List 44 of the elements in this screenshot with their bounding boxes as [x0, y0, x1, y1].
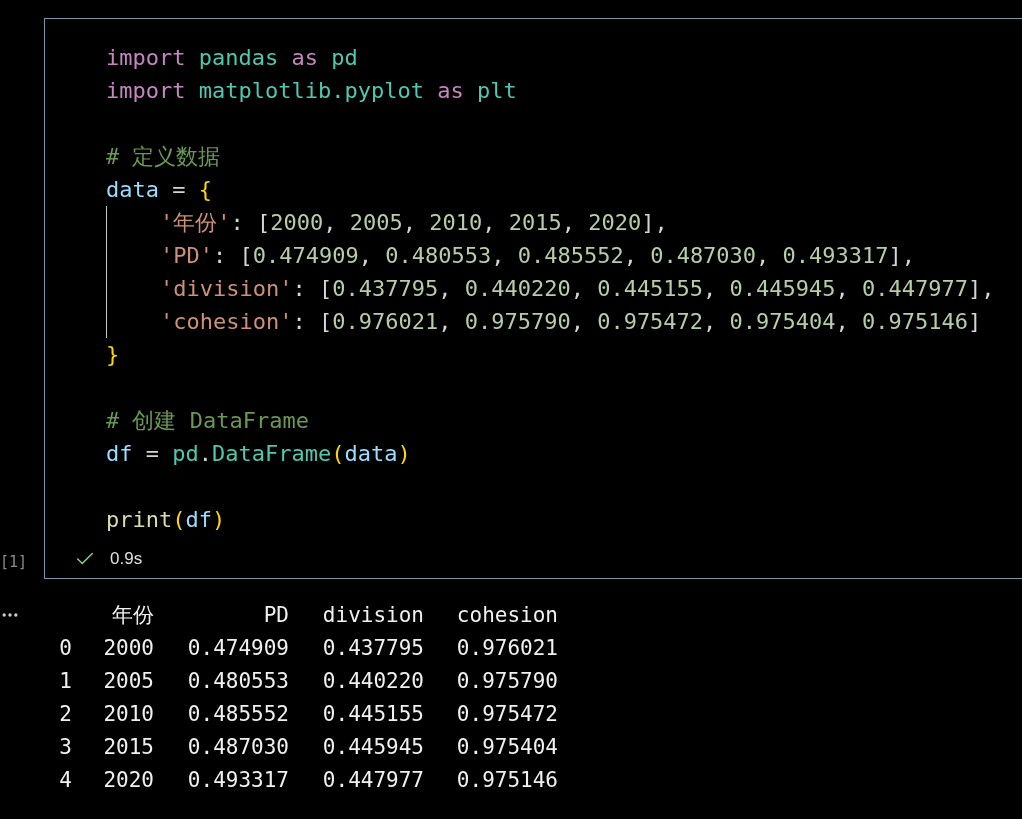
- column-header: PD: [262, 602, 289, 629]
- execution-time: 0.9s: [110, 549, 143, 569]
- table-cell-text: 0.474909: [186, 635, 289, 662]
- code-line: import matplotlib.pyplot as plt: [106, 77, 517, 105]
- code-line: import pandas as pd: [106, 44, 358, 72]
- table-cell-text: 0.445155: [321, 701, 424, 728]
- table-cell-text: 0.445945: [321, 734, 424, 761]
- table-cell-text: 2000: [102, 635, 154, 662]
- row-index: 0: [58, 635, 72, 662]
- table-cell-text: 0.487030: [186, 734, 289, 761]
- code-line: print(df): [106, 506, 226, 534]
- table-cell-text: 0.493317: [186, 767, 289, 794]
- code-line: # 定义数据: [106, 143, 221, 171]
- code-line: 'cohesion': [0.976021, 0.975790, 0.975472, 0.975404, 0.975146]: [160, 308, 982, 336]
- row-index: 4: [58, 767, 72, 794]
- table-cell-text: 0.437795: [321, 635, 424, 662]
- code-line: 'division': [0.437795, 0.440220, 0.445155, 0.445945, 0.447977],: [160, 275, 995, 303]
- code-line: df = pd.DataFrame(data): [106, 440, 411, 468]
- column-header: 年份: [111, 602, 154, 629]
- table-cell-text: 0.976021: [455, 635, 558, 662]
- column-header: division: [321, 602, 424, 629]
- code-line: # 创建 DataFrame: [106, 407, 309, 435]
- code-line: }: [106, 341, 120, 369]
- table-cell-text: 0.975472: [455, 701, 558, 728]
- row-index: 2: [58, 701, 72, 728]
- table-cell-text: 0.440220: [321, 668, 424, 695]
- table-cell-text: 2005: [102, 668, 154, 695]
- code-line: 'PD': [0.474909, 0.480553, 0.485552, 0.487030, 0.493317],: [160, 242, 916, 270]
- table-cell-text: 0.975790: [455, 668, 558, 695]
- table-cell-text: 0.447977: [321, 767, 424, 794]
- execution-count: [1]: [0, 553, 28, 571]
- table-cell-text: 0.485552: [186, 701, 289, 728]
- row-index: 1: [58, 668, 72, 695]
- table-cell-text: 2010: [102, 701, 154, 728]
- code-line: data = {: [106, 176, 212, 204]
- table-cell-text: 2020: [102, 767, 154, 794]
- code-line: '年份': [2000, 2005, 2010, 2015, 2020],: [160, 209, 668, 237]
- table-cell-text: 0.975404: [455, 734, 558, 761]
- column-header: cohesion: [455, 602, 558, 629]
- code-cell[interactable]: [44, 18, 1022, 579]
- table-cell-text: 0.480553: [186, 668, 289, 695]
- table-cell-text: 2015: [102, 734, 154, 761]
- row-index: 3: [58, 734, 72, 761]
- table-cell-text: 0.975146: [455, 767, 558, 794]
